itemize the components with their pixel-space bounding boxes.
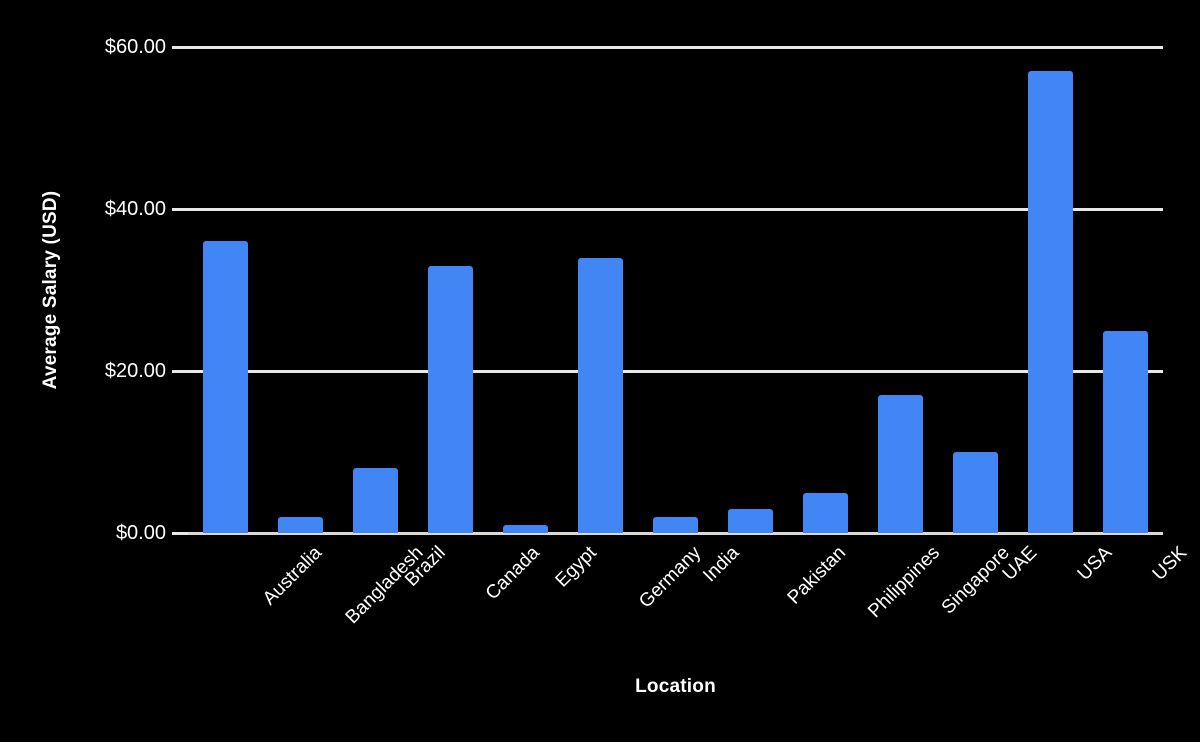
x-axis-title: Location	[635, 676, 716, 697]
bar-slot	[563, 47, 638, 533]
x-tick-label: Canada	[481, 542, 544, 605]
plot-area	[188, 47, 1163, 533]
bar[interactable]	[278, 516, 323, 533]
bar-slot	[713, 47, 788, 533]
x-tick-label: Pakistan	[783, 542, 850, 609]
bar[interactable]	[1103, 330, 1148, 533]
x-tick-label: Germany	[634, 542, 705, 613]
bar[interactable]	[653, 516, 698, 533]
x-tick-label: India	[698, 542, 743, 587]
bar[interactable]	[203, 241, 248, 533]
bar-slot	[488, 47, 563, 533]
y-tick-label-0: $0.00	[115, 522, 166, 544]
bar[interactable]	[953, 452, 998, 533]
bar[interactable]	[1028, 71, 1073, 533]
bar-slot	[788, 47, 863, 533]
bar[interactable]	[878, 395, 923, 533]
bar[interactable]	[503, 524, 548, 533]
bar-slot	[413, 47, 488, 533]
x-tick-label: Egypt	[551, 542, 601, 592]
bar-slot	[188, 47, 263, 533]
bar-chart: Average Salary (USD) $0.00 $20.00 $40.00 $6…	[0, 0, 1200, 742]
bar-slot	[338, 47, 413, 533]
bar[interactable]	[728, 508, 773, 533]
bar-slot	[863, 47, 938, 533]
bar-slot	[638, 47, 713, 533]
bar[interactable]	[803, 492, 848, 533]
bar-slot	[263, 47, 338, 533]
y-tick-dash-0	[172, 531, 188, 535]
bar[interactable]	[353, 468, 398, 533]
y-tick-label-20: $20.00	[104, 360, 166, 382]
bar[interactable]	[578, 257, 623, 533]
y-tick-dash-20	[172, 369, 188, 373]
bar[interactable]	[428, 265, 473, 533]
x-tick-label: Philippines	[863, 542, 944, 623]
y-tick-dash-60	[172, 45, 188, 49]
x-tick-label: Singapore	[937, 542, 1014, 619]
bar-slot	[1013, 47, 1088, 533]
bar-slot	[938, 47, 1013, 533]
y-tick-label-40: $40.00	[104, 198, 166, 220]
x-tick-label: USA	[1073, 542, 1116, 585]
y-tick-dash-40	[172, 207, 188, 211]
x-tick-label: USK	[1148, 542, 1191, 585]
x-tick-label: Australia	[258, 542, 326, 610]
y-axis-title: Average Salary (USD)	[40, 190, 61, 390]
bar-slot	[1088, 47, 1163, 533]
y-tick-label-60: $60.00	[104, 36, 166, 58]
